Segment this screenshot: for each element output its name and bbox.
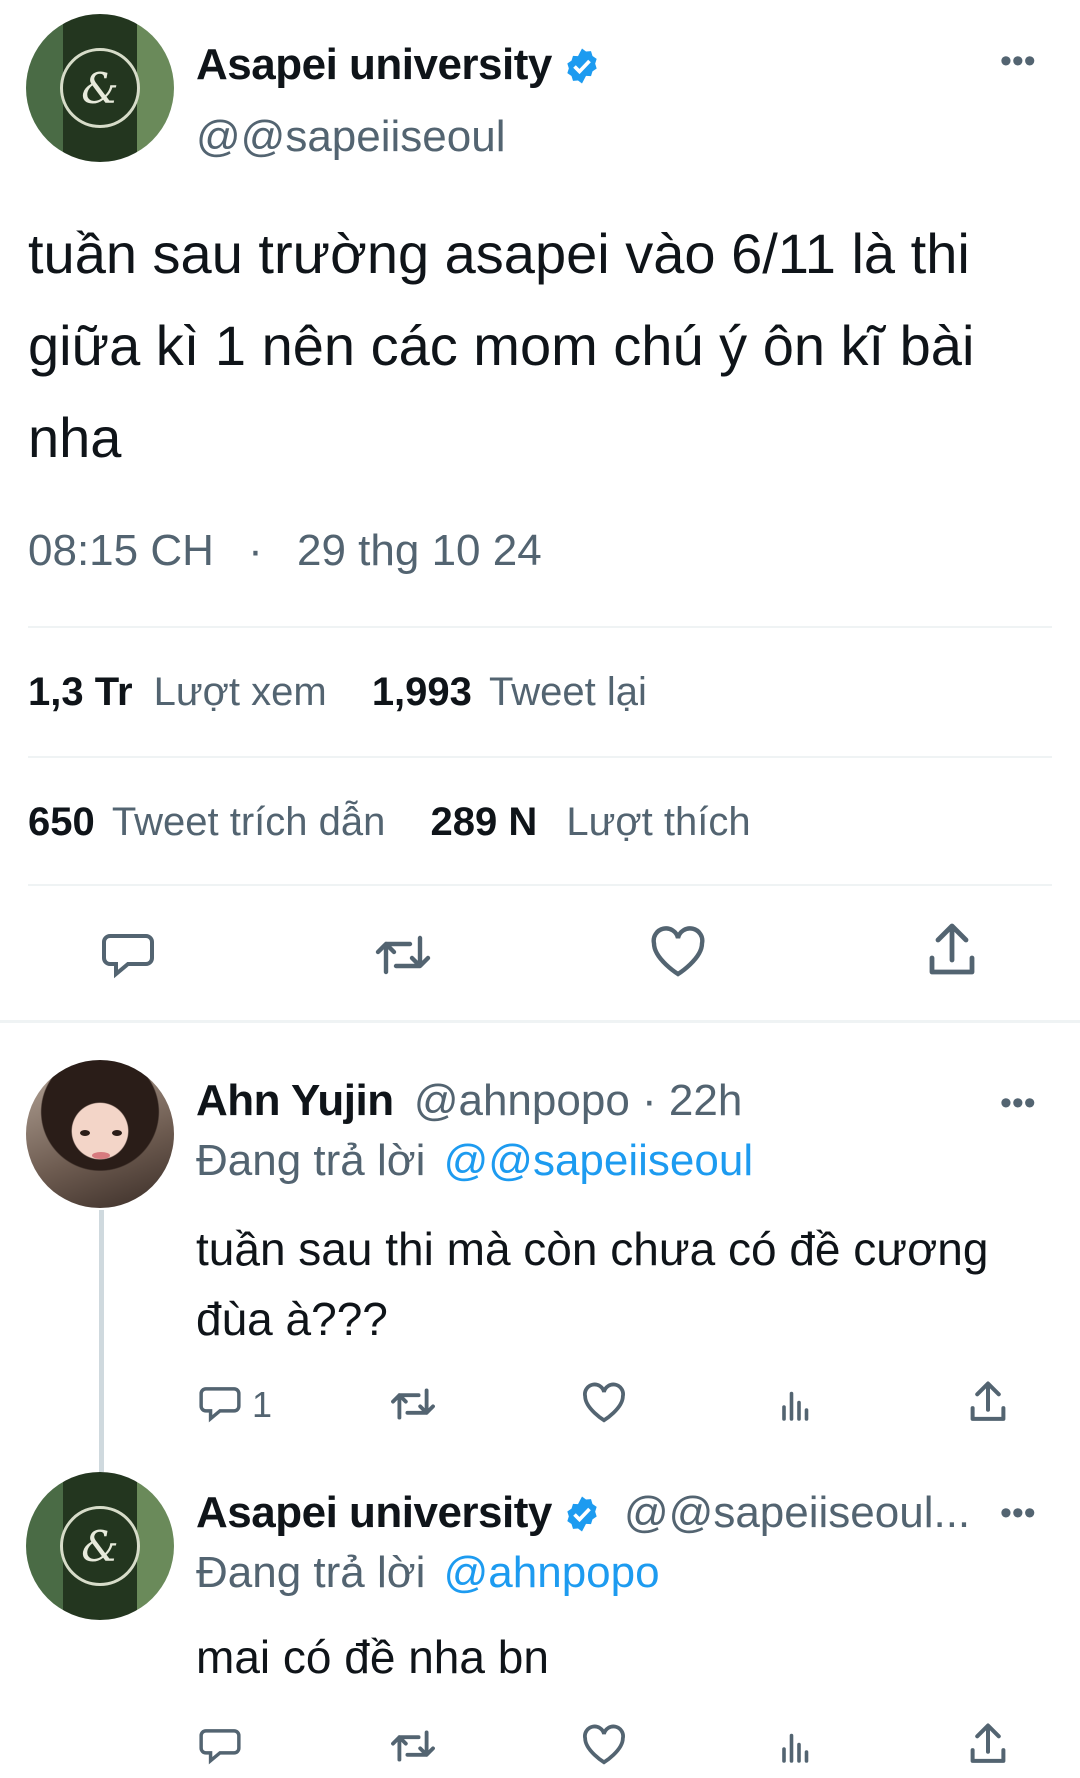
like-icon[interactable] — [582, 1382, 626, 1424]
reply-2-header: Asapei university — [196, 1488, 552, 1538]
verified-icon — [562, 1494, 602, 1539]
likes-label: Lượt thích — [566, 800, 751, 844]
share-icon[interactable] — [968, 1380, 1008, 1424]
likes-stat[interactable]: 289 N Lượt thích — [430, 800, 750, 844]
replying-prefix: Đang trả lời — [196, 1136, 426, 1185]
section-divider — [0, 1020, 1080, 1023]
reply-count: 1 — [252, 1384, 273, 1425]
quotes-stat[interactable]: 650 Tweet trích dẫn — [28, 800, 396, 844]
share-icon[interactable] — [926, 922, 978, 978]
divider — [28, 626, 1052, 628]
more-icon[interactable]: ••• — [1000, 1086, 1036, 1120]
retweet-icon[interactable] — [388, 1726, 438, 1766]
retweets-count: 1,993 — [371, 670, 472, 714]
avatar-asapei[interactable]: & — [26, 1472, 174, 1620]
reply-handle[interactable]: @@sapeiiseoul... — [624, 1488, 970, 1538]
logo-seal: & — [60, 1506, 140, 1586]
reply-1-header: Ahn Yujin @ahnpopo · 22h — [196, 1076, 742, 1126]
quotes-label: Tweet trích dẫn — [111, 800, 386, 844]
reply-icon[interactable] — [100, 928, 156, 980]
replying-prefix: Đang trả lời — [196, 1548, 426, 1597]
tweet-timestamp: 08:15 CH · 29 thg 10 24 — [28, 526, 542, 576]
retweets-label: Tweet lại — [489, 670, 647, 714]
thread-line — [99, 1210, 104, 1472]
logo-seal: & — [60, 48, 140, 128]
replying-to-link[interactable]: @ahnpopo — [444, 1548, 660, 1597]
reply-handle-time[interactable]: @ahnpopo · 22h — [414, 1076, 742, 1125]
author-handle[interactable]: @@sapeiiseoul — [196, 112, 505, 162]
reply-icon[interactable] — [198, 1382, 242, 1424]
stats-row-2: 650 Tweet trích dẫn 289 N Lượt thích — [28, 800, 751, 845]
reply-icon[interactable] — [198, 1724, 242, 1766]
views-icon[interactable] — [778, 1386, 814, 1422]
like-icon[interactable] — [582, 1724, 626, 1766]
replying-to-link[interactable]: @@sapeiiseoul — [444, 1136, 753, 1185]
quotes-count: 650 — [28, 800, 95, 844]
stats-row-1: 1,3 Tr Lượt xem 1,993 Tweet lại — [28, 670, 647, 715]
avatar-ahn-yujin[interactable] — [26, 1060, 174, 1208]
retweet-icon[interactable] — [388, 1384, 438, 1424]
views-label: Lượt xem — [153, 670, 327, 714]
reply-text: tuần sau thi mà còn chưa có đề cương đùa… — [196, 1223, 989, 1345]
replying-to: Đang trả lời @ahnpopo — [196, 1548, 660, 1598]
verified-icon — [562, 46, 602, 91]
more-icon[interactable]: ••• — [1000, 1496, 1036, 1530]
retweets-stat[interactable]: 1,993 Tweet lại — [372, 670, 647, 714]
like-icon[interactable] — [650, 926, 706, 978]
reply-author-name[interactable]: Asapei university — [196, 1488, 552, 1537]
share-icon[interactable] — [968, 1722, 1008, 1766]
reply-author-name[interactable]: Ahn Yujin — [196, 1076, 394, 1125]
divider — [28, 756, 1052, 758]
avatar-asapei[interactable]: & — [26, 14, 174, 162]
retweet-icon[interactable] — [372, 930, 434, 980]
views-icon[interactable] — [778, 1728, 814, 1764]
separator: · — [248, 526, 263, 575]
tweet-time: 08:15 CH — [28, 526, 214, 575]
divider — [28, 884, 1052, 886]
views-count: 1,3 Tr — [28, 670, 133, 714]
tweet-date: 29 thg 10 24 — [297, 526, 542, 575]
replying-to: Đang trả lời @@sapeiiseoul — [196, 1136, 753, 1186]
author-name[interactable]: Asapei university — [196, 40, 552, 90]
likes-count: 289 N — [430, 800, 538, 844]
more-icon[interactable]: ••• — [1000, 44, 1036, 78]
tweet-text: tuần sau trường asapei vào 6/11 là thi g… — [28, 222, 975, 469]
reply-text: mai có đề nha bn — [196, 1631, 549, 1683]
